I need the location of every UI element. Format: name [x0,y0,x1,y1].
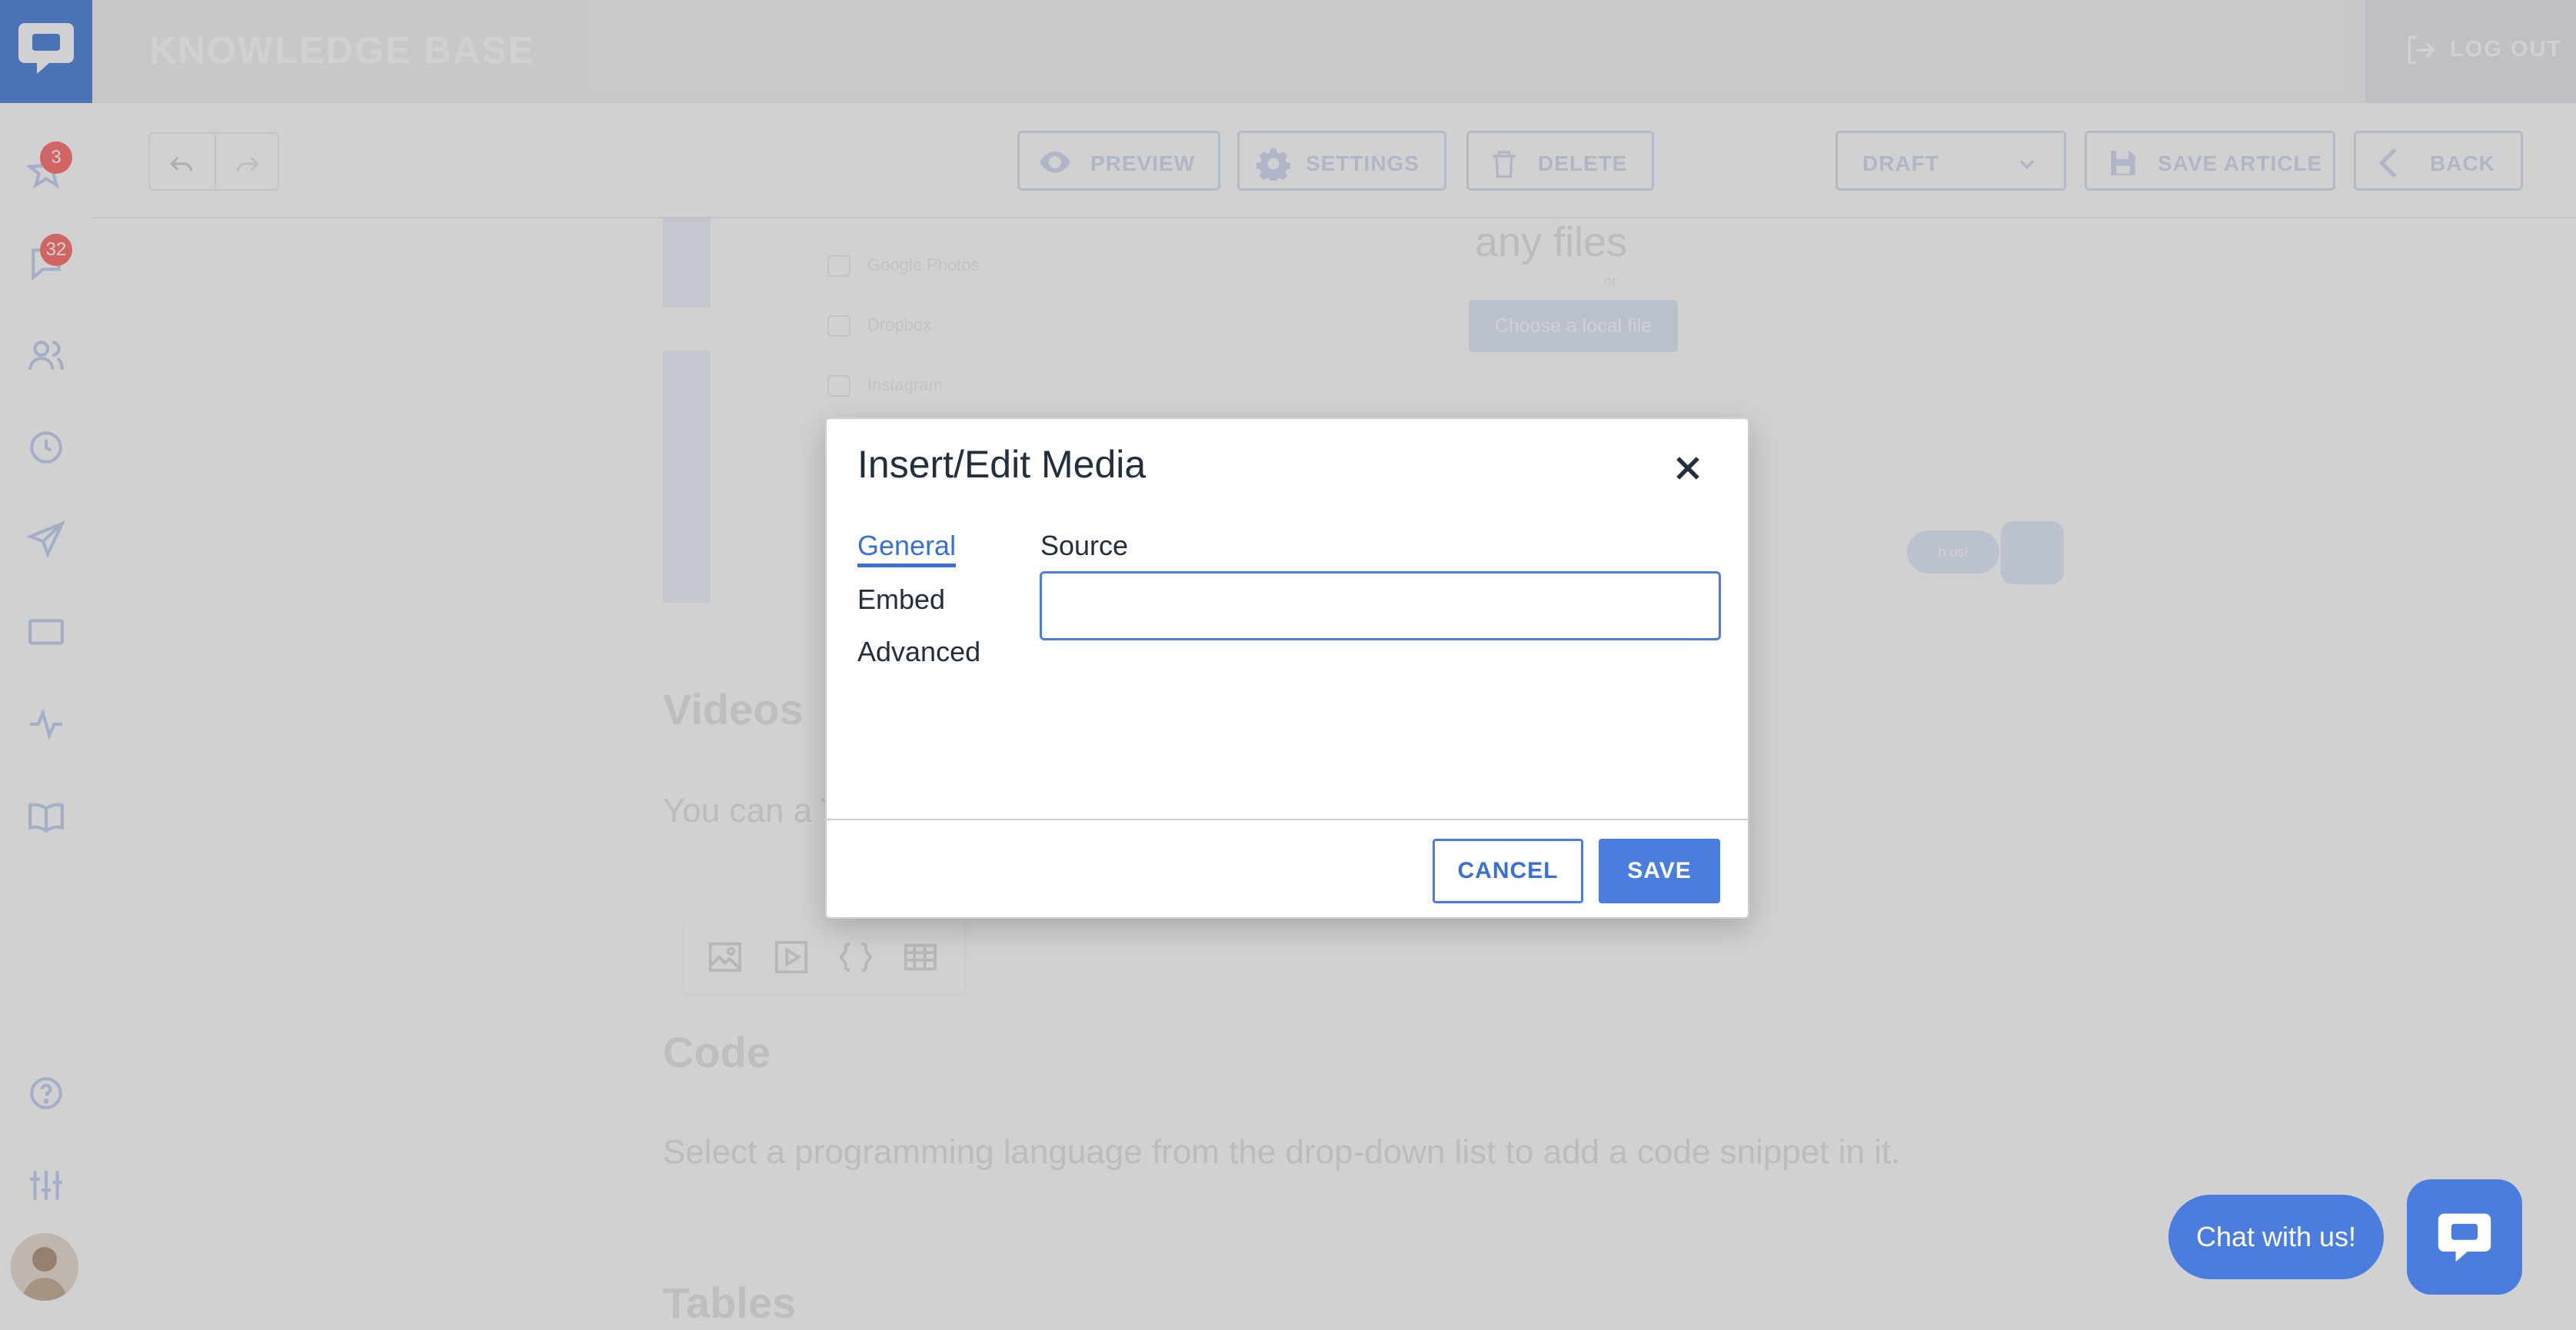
tab-advanced[interactable]: Advanced [857,636,980,668]
insert-edit-media-dialog: Insert/Edit Media General Embed Advanced… [825,417,1749,919]
dialog-footer-divider [827,819,1748,820]
source-label: Source [1040,530,1129,561]
chat-bubble-icon [2438,1213,2491,1262]
save-button[interactable]: SAVE [1599,839,1720,903]
close-button[interactable] [1665,445,1711,491]
cancel-button[interactable]: CANCEL [1433,839,1583,903]
chat-with-us-label[interactable]: Chat with us! [2168,1195,2384,1279]
source-input[interactable] [1040,571,1721,640]
dialog-title: Insert/Edit Media [857,443,1147,486]
tab-embed[interactable]: Embed [857,584,945,616]
close-icon [1676,457,1699,480]
chat-widget-button[interactable] [2407,1179,2522,1295]
tab-general[interactable]: General [857,530,957,567]
